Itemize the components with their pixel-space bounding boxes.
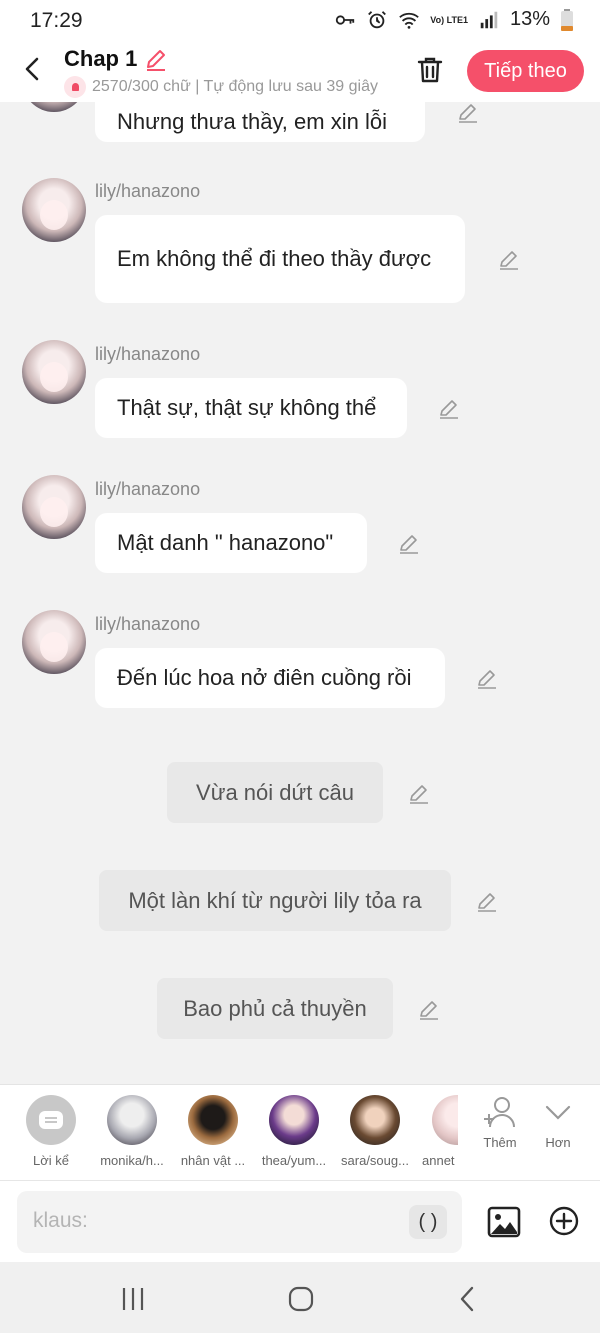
status-icons: Vo) LTE1 13% xyxy=(334,8,574,31)
bell-icon xyxy=(64,76,86,98)
alarm-icon xyxy=(368,10,387,28)
message-bubble[interactable]: Mật danh " hanazono" xyxy=(95,513,367,573)
message-bubble[interactable]: Em không thể đi theo thầy được xyxy=(95,215,465,303)
edit-pencil-icon[interactable] xyxy=(456,102,480,124)
compose-box: ( ) xyxy=(17,1191,462,1253)
avatar[interactable] xyxy=(22,102,86,112)
narration-bubble[interactable]: Một làn khí từ người lily tỏa ra xyxy=(99,870,451,931)
character-label: annet xyxy=(422,1153,455,1168)
status-time: 17:29 xyxy=(30,9,83,32)
character-name: lily/hanazono xyxy=(95,344,201,364)
battery-percent: 13% xyxy=(509,8,550,30)
back-nav-icon[interactable] xyxy=(454,1284,484,1314)
message-bubble[interactable]: Nhưng thưa thầy, em xin lỗi xyxy=(95,102,425,142)
action-paren-button[interactable]: ( ) xyxy=(409,1205,447,1239)
message-input[interactable] xyxy=(33,1209,393,1233)
character-sara[interactable]: sara/soug... xyxy=(339,1095,411,1168)
next-button[interactable]: Tiếp theo xyxy=(467,50,584,92)
image-icon[interactable] xyxy=(486,1204,522,1240)
character-name: lily/hanazono xyxy=(95,181,201,201)
character-nhan-vat[interactable]: nhân vật ... xyxy=(177,1095,249,1168)
key-icon xyxy=(336,14,355,25)
wifi-icon xyxy=(399,12,420,29)
message-bubble[interactable]: Thật sự, thật sự không thể xyxy=(95,378,407,438)
character-name: lily/hanazono xyxy=(95,479,201,499)
more-button[interactable]: Hơn xyxy=(522,1095,594,1150)
battery-icon xyxy=(561,8,573,31)
avatar[interactable] xyxy=(22,475,86,539)
avatar[interactable] xyxy=(22,340,86,404)
character-label: Hơn xyxy=(545,1135,571,1150)
edit-pencil-icon[interactable] xyxy=(475,666,499,690)
character-name: lily/hanazono xyxy=(95,614,201,634)
compose-bar: ( ) xyxy=(0,1180,600,1262)
signal-icon xyxy=(480,11,498,28)
character-label: Lời kể xyxy=(33,1153,69,1168)
trash-icon[interactable] xyxy=(414,54,446,86)
edit-pencil-icon[interactable] xyxy=(407,781,431,805)
chat-area[interactable]: Nhưng thưa thầy, em xin lỗi lily/hanazon… xyxy=(0,102,600,1084)
character-annet[interactable]: annet xyxy=(420,1095,458,1168)
chapter-title[interactable]: Chap 1 xyxy=(64,46,137,72)
message-bubble[interactable]: Đến lúc hoa nở điên cuồng rồi xyxy=(95,648,445,708)
back-arrow-icon[interactable] xyxy=(18,54,48,84)
narration-bubble[interactable]: Bao phủ cả thuyền xyxy=(157,978,393,1039)
home-icon[interactable] xyxy=(286,1284,316,1314)
avatar xyxy=(350,1095,400,1145)
character-thea[interactable]: thea/yum... xyxy=(258,1095,330,1168)
title-row: Chap 1 xyxy=(64,46,169,72)
add-circle-icon[interactable] xyxy=(548,1205,580,1237)
edit-pencil-icon[interactable] xyxy=(475,889,499,913)
edit-pencil-icon[interactable] xyxy=(397,531,421,555)
narration-bubble[interactable]: Vừa nói dứt câu xyxy=(167,762,383,823)
volte-indicator: Vo) LTE1 xyxy=(430,14,468,25)
character-monika[interactable]: monika/h... xyxy=(96,1095,168,1168)
edit-pencil-icon[interactable] xyxy=(437,396,461,420)
character-label: thea/yum... xyxy=(261,1153,327,1168)
word-count-row: 2570/300 chữ | Tự động lưu sau 39 giây xyxy=(64,76,394,98)
avatar[interactable] xyxy=(22,178,86,242)
add-person-icon xyxy=(484,1097,515,1128)
character-narrator[interactable]: Lời kể xyxy=(15,1095,87,1168)
character-label: monika/h... xyxy=(100,1153,164,1168)
character-label: sara/soug... xyxy=(341,1153,409,1168)
avatar xyxy=(269,1095,319,1145)
recent-apps-icon[interactable] xyxy=(118,1284,148,1314)
narrator-icon xyxy=(26,1095,76,1145)
avatar xyxy=(432,1095,458,1145)
avatar[interactable] xyxy=(22,610,86,674)
edit-pencil-icon[interactable] xyxy=(417,997,441,1021)
status-bar: 17:29 Vo) LTE1 13% xyxy=(0,0,600,42)
chevron-down-icon xyxy=(545,1105,571,1120)
edit-title-pencil-icon[interactable] xyxy=(143,46,169,72)
system-nav-bar xyxy=(0,1262,600,1333)
avatar xyxy=(188,1095,238,1145)
word-count-autosave: 2570/300 chữ | Tự động lưu sau 39 giây xyxy=(92,78,378,95)
character-selector: Lời kể monika/h... nhân vật ... thea/yum… xyxy=(0,1084,600,1180)
avatar xyxy=(107,1095,157,1145)
character-label: nhân vật ... xyxy=(180,1153,246,1168)
edit-pencil-icon[interactable] xyxy=(497,247,521,271)
editor-header: Chap 1 2570/300 chữ | Tự động lưu sau 39… xyxy=(0,42,600,102)
